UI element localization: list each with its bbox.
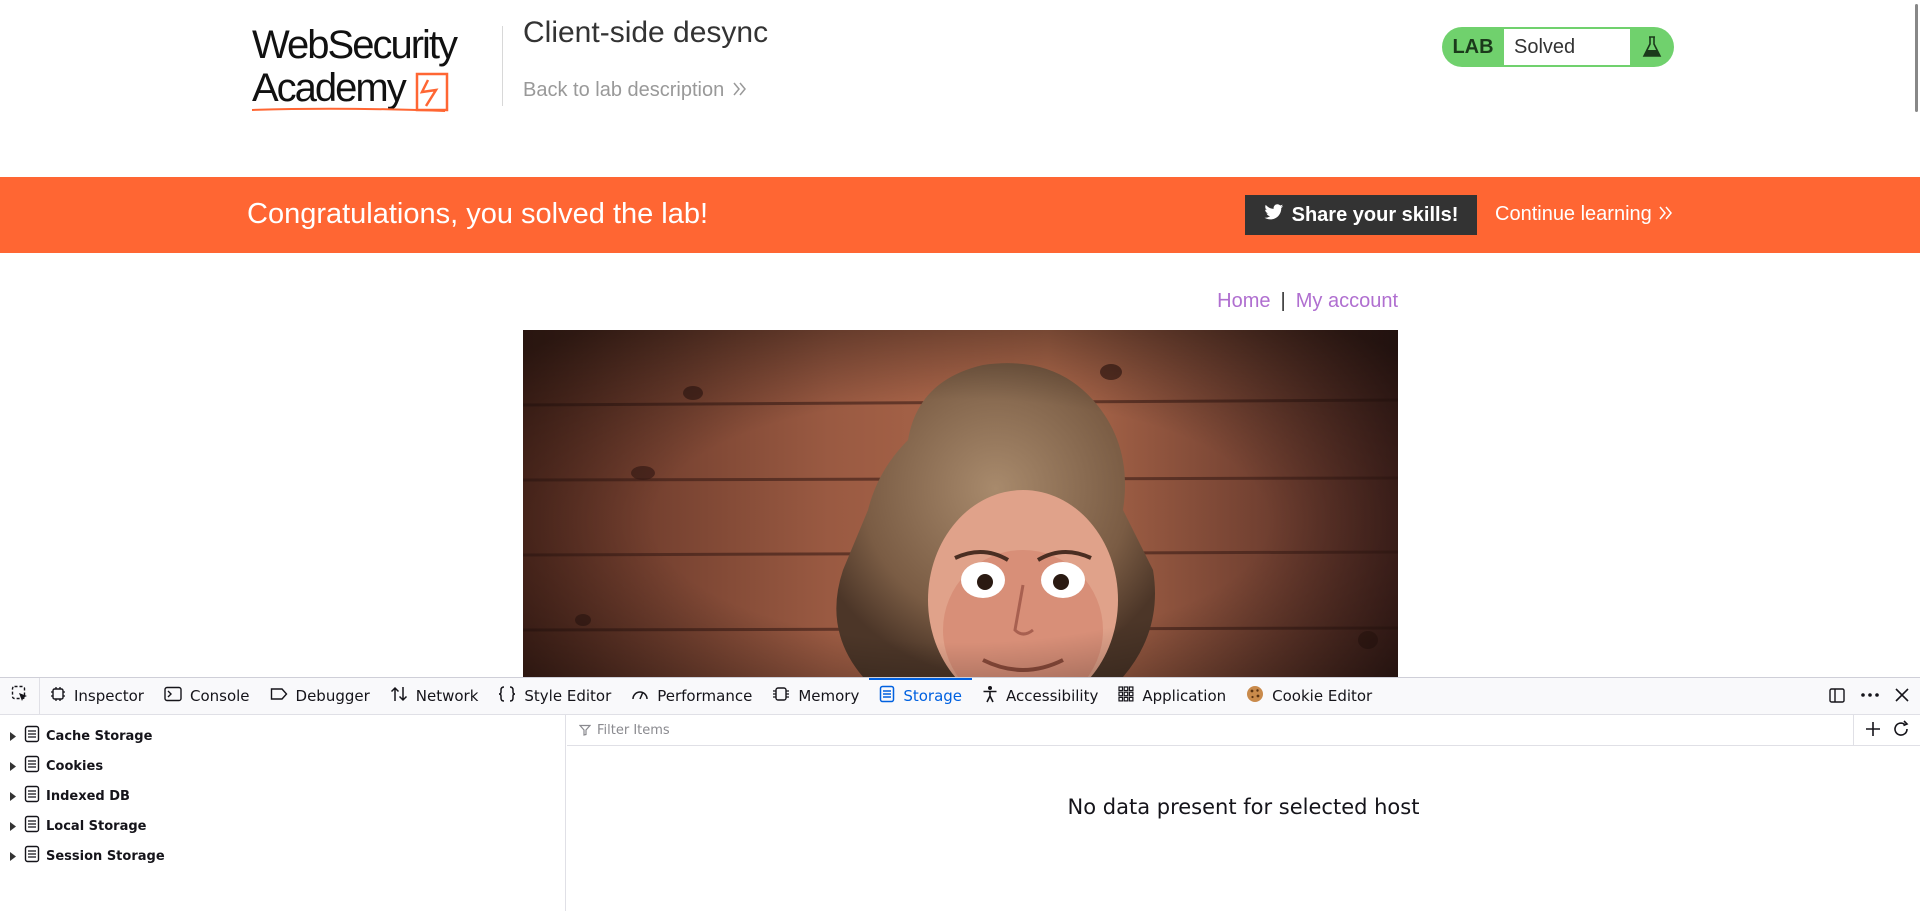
tab-storage[interactable]: Storage	[869, 677, 972, 715]
tab-label: Console	[189, 687, 250, 705]
expand-arrow-icon[interactable]	[8, 761, 18, 771]
solved-banner: Congratulations, you solved the lab! Sha…	[0, 177, 1920, 253]
storage-table-panel: No data present for selected host	[567, 715, 1920, 911]
tree-item-cache-storage[interactable]: Cache Storage	[0, 721, 565, 751]
double-chevron-right-icon	[1658, 203, 1674, 226]
inspector-icon	[50, 686, 66, 706]
element-picker-icon	[11, 685, 29, 707]
filter-actions	[1853, 715, 1920, 746]
console-icon	[164, 686, 182, 706]
network-icon	[390, 686, 408, 706]
database-icon	[24, 725, 40, 747]
application-icon	[1118, 686, 1134, 706]
storage-tree: Cache Storage Cookies Indexed DB Local S…	[0, 715, 566, 911]
devtools-window-controls	[1828, 678, 1920, 715]
tab-label: Style Editor	[524, 687, 612, 705]
blog-hero-image	[523, 330, 1398, 677]
double-chevron-right-icon	[732, 79, 748, 102]
filter-icon	[578, 721, 592, 740]
style-editor-icon	[498, 686, 516, 706]
tab-console[interactable]: Console	[154, 678, 260, 715]
tab-style-editor[interactable]: Style Editor	[488, 678, 621, 715]
tree-item-session-storage[interactable]: Session Storage	[0, 841, 565, 871]
tab-application[interactable]: Application	[1108, 678, 1236, 715]
tree-item-local-storage[interactable]: Local Storage	[0, 811, 565, 841]
memory-icon	[772, 686, 790, 706]
tab-label: Performance	[657, 687, 753, 705]
web-security-academy-logo[interactable]: WebSecurity Academy	[250, 23, 500, 116]
tab-label: Accessibility	[1006, 687, 1099, 705]
expand-arrow-icon[interactable]	[8, 791, 18, 801]
congratulations-message: Congratulations, you solved the lab!	[247, 198, 709, 230]
share-skills-button[interactable]: Share your skills!	[1245, 195, 1477, 235]
tab-label: Memory	[798, 687, 860, 705]
page-viewport: WebSecurity Academy Client-side desync B…	[0, 0, 1920, 677]
tree-item-label: Cache Storage	[46, 728, 153, 744]
devtools-toolbar: Inspector Console Debugger Network Style…	[0, 677, 1920, 715]
my-account-link[interactable]: My account	[1296, 290, 1398, 312]
refresh-icon[interactable]	[1892, 719, 1910, 742]
tab-inspector[interactable]: Inspector	[40, 678, 154, 715]
cookie-icon	[1246, 685, 1264, 707]
tab-network[interactable]: Network	[380, 678, 489, 715]
home-link[interactable]: Home	[1217, 290, 1270, 312]
svg-text:Academy: Academy	[252, 66, 407, 110]
database-icon	[24, 755, 40, 777]
expand-arrow-icon[interactable]	[8, 821, 18, 831]
page-scrollbar[interactable]	[1915, 4, 1918, 112]
empty-state-message: No data present for selected host	[1067, 795, 1420, 819]
tree-item-label: Local Storage	[46, 818, 147, 834]
performance-icon	[631, 686, 649, 706]
filter-bar	[567, 715, 1920, 746]
tab-debugger[interactable]: Debugger	[260, 678, 380, 715]
tab-label: Cookie Editor	[1272, 687, 1373, 705]
devtools-panel: Inspector Console Debugger Network Style…	[0, 677, 1920, 911]
expand-arrow-icon[interactable]	[8, 851, 18, 861]
nav-separator: |	[1280, 290, 1286, 312]
tab-label: Network	[415, 687, 479, 705]
tree-item-cookies[interactable]: Cookies	[0, 751, 565, 781]
tab-accessibility[interactable]: Accessibility	[972, 678, 1108, 715]
lab-status-widget: LAB Solved	[1442, 27, 1674, 67]
share-button-label: Share your skills!	[1291, 203, 1459, 226]
expand-arrow-icon[interactable]	[8, 731, 18, 741]
back-to-lab-description-link[interactable]: Back to lab description	[523, 79, 748, 102]
header-divider	[502, 26, 503, 106]
lab-title: Client-side desync	[523, 16, 769, 49]
tab-cookie-editor[interactable]: Cookie Editor	[1236, 678, 1382, 715]
tab-label: Application	[1142, 687, 1227, 705]
filter-items-input[interactable]	[597, 722, 1797, 738]
continue-learning-link[interactable]: Continue learning	[1495, 203, 1674, 226]
twitter-icon	[1264, 203, 1284, 227]
database-icon	[24, 845, 40, 867]
add-item-icon[interactable]	[1864, 720, 1882, 742]
close-icon[interactable]	[1894, 687, 1910, 707]
lab-label: LAB	[1452, 35, 1494, 58]
tree-item-label: Cookies	[46, 758, 104, 774]
database-icon	[24, 785, 40, 807]
tree-item-label: Session Storage	[46, 848, 165, 864]
debugger-icon	[270, 686, 288, 706]
continue-learning-label: Continue learning	[1495, 203, 1652, 225]
accessibility-icon	[982, 685, 998, 707]
tab-performance[interactable]: Performance	[621, 678, 762, 715]
tree-item-label: Indexed DB	[46, 788, 130, 804]
storage-icon	[879, 685, 895, 707]
flask-icon	[1630, 27, 1674, 67]
top-navigation: Home | My account	[1180, 290, 1398, 313]
tab-label: Storage	[903, 687, 963, 705]
back-link-label: Back to lab description	[523, 79, 725, 101]
tab-memory[interactable]: Memory	[762, 678, 869, 715]
database-icon	[24, 815, 40, 837]
tree-item-indexed-db[interactable]: Indexed DB	[0, 781, 565, 811]
tab-label: Inspector	[74, 687, 144, 705]
element-picker-button[interactable]	[0, 677, 40, 715]
svg-text:WebSecurity: WebSecurity	[252, 24, 458, 67]
tab-label: Debugger	[295, 687, 370, 705]
dock-side-icon[interactable]	[1828, 686, 1846, 708]
lab-status-value: Solved	[1504, 29, 1630, 65]
more-options-icon[interactable]	[1860, 686, 1880, 708]
